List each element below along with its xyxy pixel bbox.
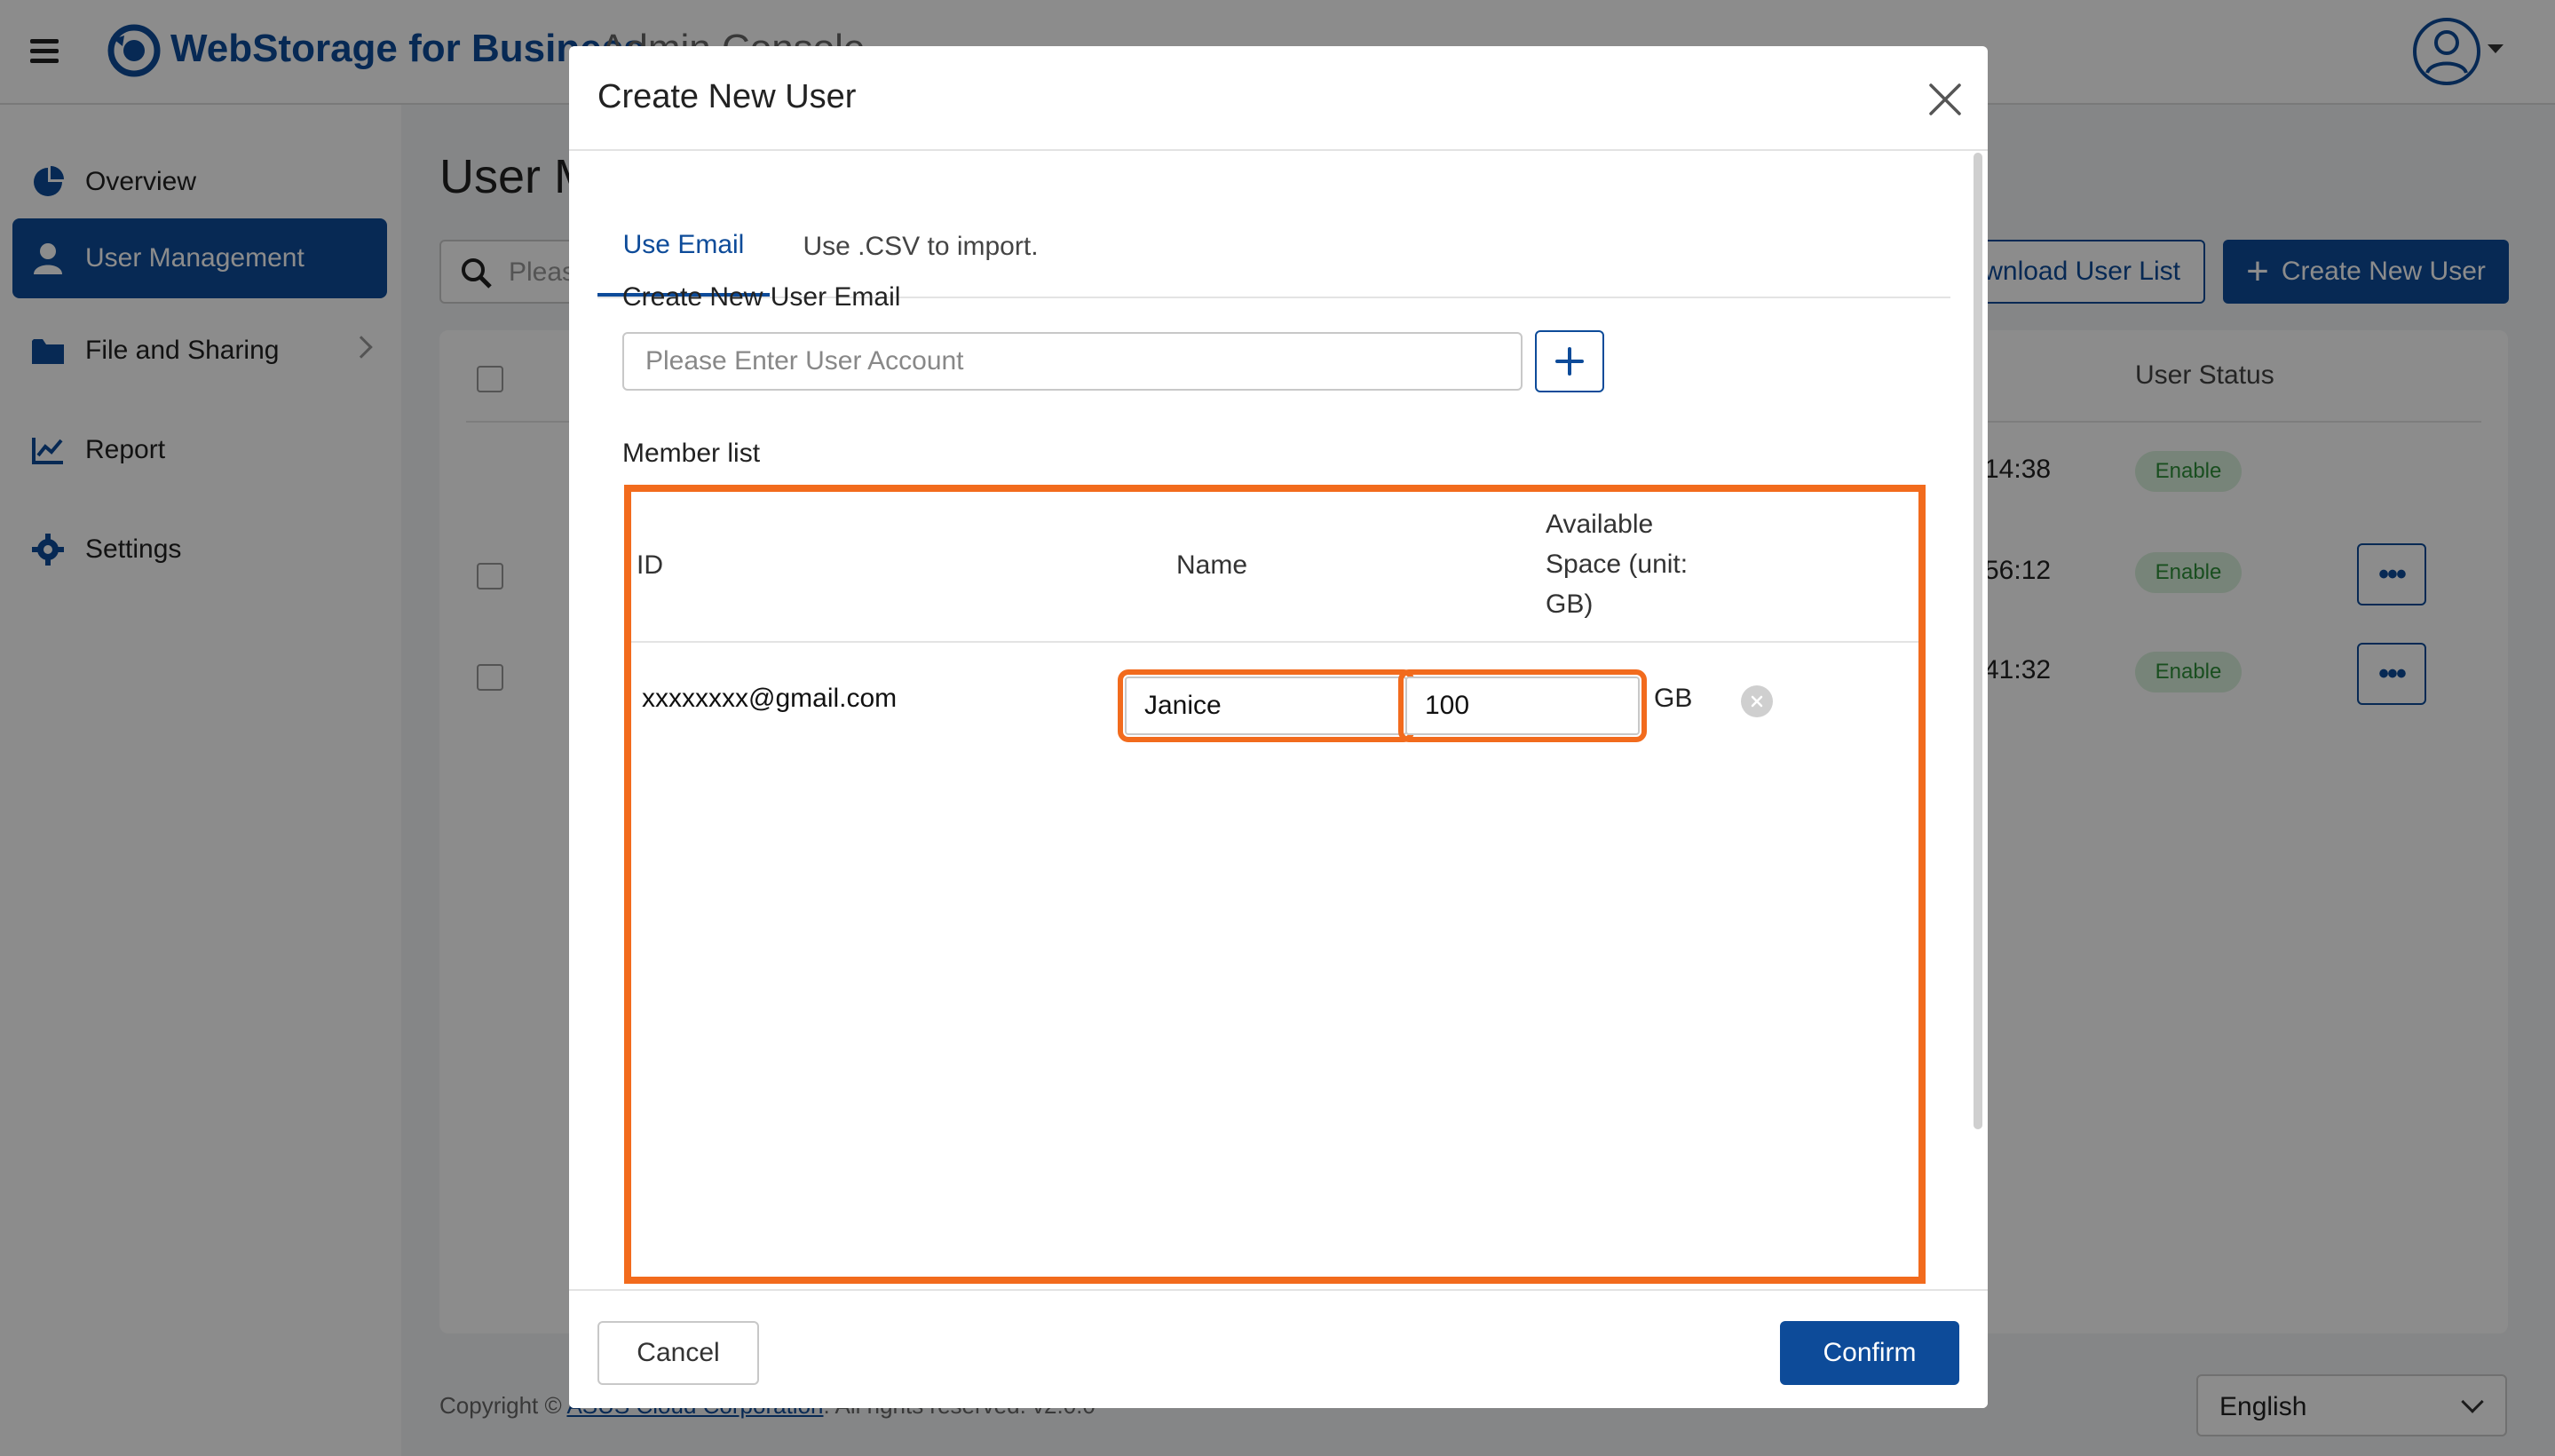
divider — [631, 641, 1918, 643]
confirm-button[interactable]: Confirm — [1780, 1321, 1959, 1385]
create-user-dialog: Create New User Use Email Use .CSV to im… — [569, 46, 1988, 1408]
add-user-button[interactable] — [1535, 330, 1604, 392]
member-space-input[interactable] — [1398, 669, 1647, 742]
dialog-scrollbar[interactable] — [1974, 153, 1982, 1129]
email-field[interactable] — [622, 332, 1523, 391]
cancel-button[interactable]: Cancel — [597, 1321, 759, 1385]
member-list-label: Member list — [622, 439, 761, 468]
space-unit: GB — [1654, 684, 1693, 713]
dialog-header: Create New User — [569, 46, 1988, 151]
column-header-id: ID — [637, 550, 663, 580]
dialog-footer: Cancel Confirm — [569, 1289, 1988, 1408]
close-icon[interactable] — [1926, 80, 1965, 119]
member-name-input[interactable] — [1118, 669, 1414, 742]
scrollbar-thumb[interactable] — [1974, 153, 1982, 1129]
member-list-table: ID Name Available Space (unit: GB) xxxxx… — [624, 485, 1926, 1284]
dialog-title: Create New User — [597, 78, 857, 115]
remove-member-button[interactable] — [1741, 685, 1773, 717]
member-id: xxxxxxxx@gmail.com — [642, 684, 898, 713]
plus-icon — [1555, 347, 1584, 376]
column-header-available-space: Available Space (unit: GB) — [1546, 510, 1689, 619]
email-field-label: Create New User Email — [622, 282, 901, 312]
column-header-name: Name — [1176, 550, 1248, 580]
close-circle-icon — [1751, 695, 1763, 708]
